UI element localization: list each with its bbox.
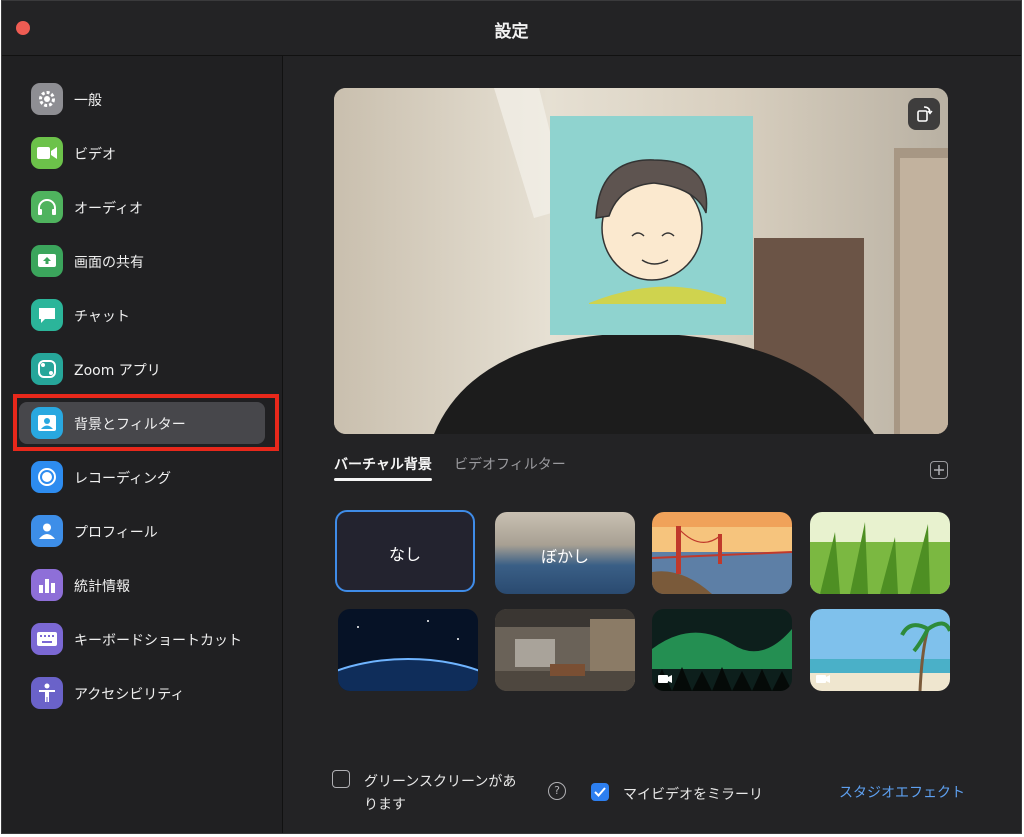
plus-icon [934,465,944,475]
bar-chart-icon [31,569,63,601]
sidebar-item-general[interactable]: 一般 [19,78,265,120]
gear-icon [31,83,63,115]
background-filters-panel: バーチャル背景 ビデオフィルター なし ぼかし グリーンスクリーンがあ ります … [283,56,1021,833]
annotation-highlight-box [13,394,279,451]
keyboard-icon [31,623,63,655]
sidebar-item-chat[interactable]: チャット [19,294,265,336]
background-option-beach[interactable] [810,609,950,691]
sidebar-item-statistics[interactable]: 統計情報 [19,564,265,606]
background-option-label: ぼかし [540,547,589,566]
studio-effects-link[interactable]: スタジオエフェクト [839,782,965,802]
sidebar-item-keyboard-shortcuts[interactable]: キーボードショートカット [19,618,265,660]
sidebar-item-label: ビデオ [74,147,116,163]
sidebar-item-recording[interactable]: レコーディング [19,456,265,498]
sidebar-item-label: Zoom アプリ [74,363,161,379]
camera-preview [334,88,948,434]
record-icon [31,461,63,493]
title-bar: 設定 [2,1,1021,56]
background-tabs: バーチャル背景 ビデオフィルター [334,454,948,484]
add-background-button[interactable] [930,461,948,479]
tab-video-filter[interactable]: ビデオフィルター [454,454,566,474]
headphones-icon [31,191,63,223]
mirror-video-label: マイビデオをミラーリ [623,787,763,803]
screen-share-icon [31,245,63,277]
apps-icon [31,353,63,385]
mirror-video-checkbox[interactable] [591,783,609,801]
background-option-room[interactable] [495,609,635,691]
accessibility-icon [31,677,63,709]
chat-bubble-icon [31,299,63,331]
video-camera-icon [31,137,63,169]
rotate-icon [917,106,933,122]
settings-window: 設定 一般 ビデオ オーディオ 画面の共有 チャット Zoom アプリ 背景とフ… [1,0,1022,834]
sidebar-item-label: キーボードショートカット [74,633,242,649]
sidebar-item-label: 統計情報 [74,579,130,595]
background-option-none[interactable]: なし [335,510,475,592]
person-icon [31,515,63,547]
sidebar-item-audio[interactable]: オーディオ [19,186,265,228]
sidebar-item-screen-share[interactable]: 画面の共有 [19,240,265,282]
sidebar-item-label: オーディオ [74,201,144,217]
sidebar-item-accessibility[interactable]: アクセシビリティ [19,672,265,714]
sidebar-item-label: アクセシビリティ [74,687,185,703]
tab-virtual-background[interactable]: バーチャル背景 [334,454,432,474]
background-option-grass[interactable] [810,512,950,594]
sidebar-item-label: チャット [74,309,130,325]
active-tab-underline [334,478,432,481]
check-icon [594,787,606,797]
sidebar-item-label: プロフィール [74,525,158,541]
sidebar-item-video[interactable]: ビデオ [19,132,265,174]
sidebar-item-label: 画面の共有 [74,255,144,271]
background-option-blur[interactable]: ぼかし [495,512,635,594]
rotate-camera-button[interactable] [908,98,940,130]
window-title: 設定 [494,22,529,42]
background-option-earth[interactable] [338,609,478,691]
sidebar-item-zoom-apps[interactable]: Zoom アプリ [19,348,265,390]
background-option-aurora[interactable] [652,609,792,691]
green-screen-label-line1: グリーンスクリーンがあ [364,774,517,790]
settings-sidebar: 一般 ビデオ オーディオ 画面の共有 チャット Zoom アプリ 背景とフィルタ… [2,56,283,833]
sidebar-item-label: 一般 [74,93,102,109]
green-screen-label-line2: ります [364,797,406,813]
sidebar-item-profile[interactable]: プロフィール [19,510,265,552]
help-icon[interactable]: ? [548,782,566,800]
background-option-golden-gate[interactable] [652,512,792,594]
sidebar-item-label: レコーディング [74,471,172,487]
background-option-label: なし [388,545,421,564]
green-screen-checkbox[interactable] [332,770,350,788]
